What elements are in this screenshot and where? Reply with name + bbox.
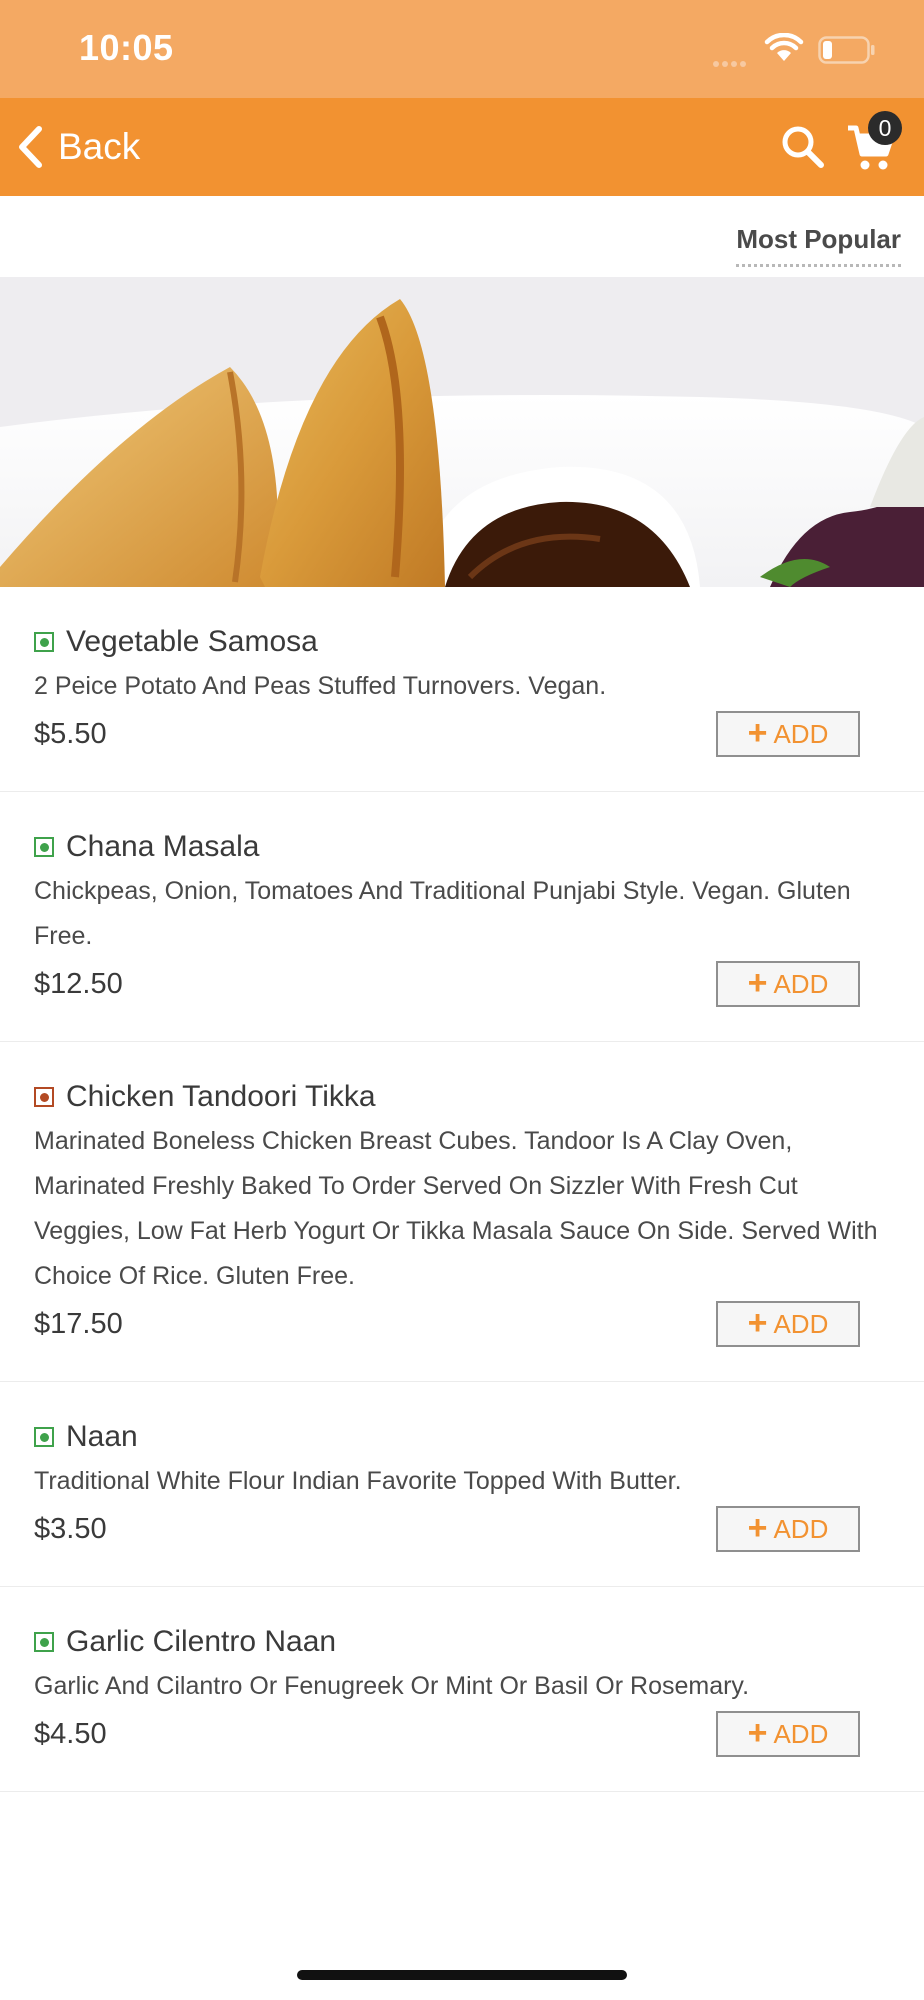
veg-indicator-icon [34, 632, 54, 652]
menu-item: Naan Traditional White Flour Indian Favo… [0, 1382, 924, 1587]
add-label: ADD [773, 1513, 829, 1544]
cart-count-badge: 0 [868, 111, 902, 145]
plus-icon: + [747, 1713, 768, 1752]
add-button[interactable]: + ADD [716, 961, 860, 1007]
menu-item: Garlic Cilentro Naan Garlic And Cilantro… [0, 1587, 924, 1792]
menu-item: Vegetable Samosa 2 Peice Potato And Peas… [0, 587, 924, 792]
add-button[interactable]: + ADD [716, 1711, 860, 1757]
item-description: Garlic And Cilantro Or Fenugreek Or Mint… [34, 1672, 750, 1700]
item-price: $3.50 [34, 1513, 107, 1545]
plus-icon: + [747, 1303, 768, 1342]
plus-icon: + [747, 713, 768, 752]
item-name: Vegetable Samosa [66, 625, 318, 658]
sort-most-popular[interactable]: Most Popular [736, 224, 901, 267]
item-price: $17.50 [34, 1308, 123, 1340]
add-button[interactable]: + ADD [716, 1506, 860, 1552]
status-time: 10:05 [79, 27, 174, 68]
item-description: 2 Peice Potato And Peas Stuffed Turnover… [34, 672, 607, 700]
menu-item: Chicken Tandoori Tikka Marinated Boneles… [0, 1042, 924, 1382]
add-button[interactable]: + ADD [716, 1301, 860, 1347]
item-description: Chickpeas, Onion, Tomatoes And Tradition… [34, 877, 851, 950]
add-label: ADD [773, 1718, 829, 1749]
add-label: ADD [773, 718, 829, 749]
item-name: Garlic Cilentro Naan [66, 1625, 337, 1658]
veg-indicator-icon [34, 1427, 54, 1447]
item-price: $12.50 [34, 968, 123, 1000]
add-label: ADD [773, 1308, 829, 1339]
menu-list: Vegetable Samosa 2 Peice Potato And Peas… [0, 587, 924, 1792]
veg-indicator-icon [34, 1632, 54, 1652]
search-icon[interactable] [780, 124, 826, 170]
item-description: Marinated Boneless Chicken Breast Cubes.… [34, 1127, 878, 1290]
add-button[interactable]: + ADD [716, 711, 860, 757]
chevron-left-icon [19, 126, 42, 168]
status-bar: 10:05 [0, 0, 924, 98]
item-description: Traditional White Flour Indian Favorite … [34, 1467, 682, 1495]
nav-bar: Back [0, 98, 924, 196]
veg-indicator-icon [34, 837, 54, 857]
wifi-icon [764, 33, 804, 61]
item-name: Chana Masala [66, 830, 260, 863]
plus-icon: + [747, 963, 768, 1002]
home-indicator[interactable] [297, 1970, 627, 1980]
back-button[interactable]: Back [16, 120, 140, 174]
plus-icon: + [747, 1508, 768, 1547]
item-name: Naan [66, 1420, 138, 1453]
item-price: $5.50 [34, 718, 107, 750]
add-label: ADD [773, 968, 829, 999]
item-price: $4.50 [34, 1718, 107, 1750]
hero-image [0, 277, 924, 587]
battery-icon [818, 36, 875, 64]
non-veg-indicator-icon [34, 1087, 54, 1107]
item-name: Chicken Tandoori Tikka [66, 1080, 376, 1113]
menu-item: Chana Masala Chickpeas, Onion, Tomatoes … [0, 792, 924, 1042]
back-label: Back [58, 126, 141, 167]
cellular-signal-icon [713, 54, 749, 72]
